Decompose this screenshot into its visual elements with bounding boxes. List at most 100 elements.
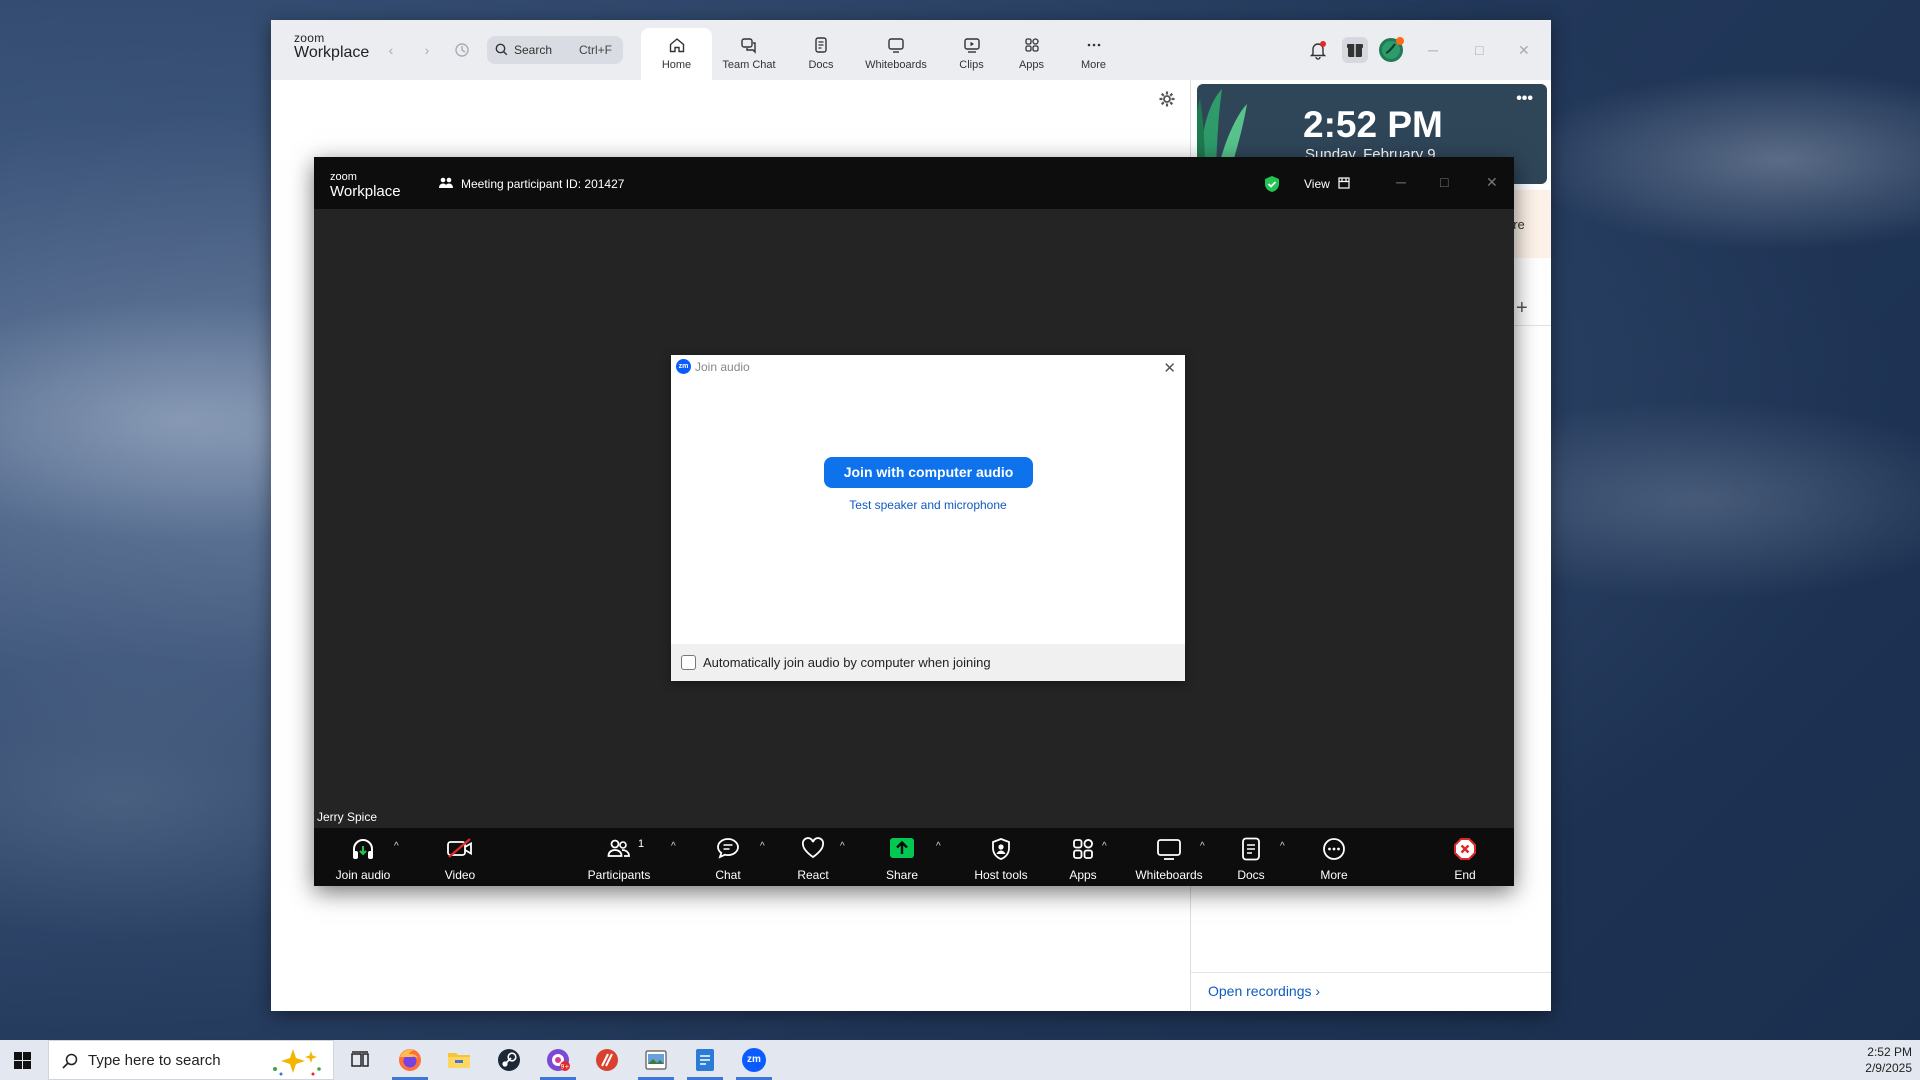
side-divider-line-bottom [1191, 972, 1551, 973]
remote-app-icon[interactable] [593, 1046, 621, 1074]
apps-button[interactable]: Apps [1058, 828, 1108, 886]
apps-grid-icon [1004, 36, 1059, 54]
add-plus-icon[interactable]: + [1516, 297, 1528, 320]
taskbar-clock[interactable]: 2:52 PM 2/9/2025 [1865, 1044, 1912, 1076]
auto-join-audio-checkbox[interactable] [681, 655, 696, 670]
auto-join-audio-label[interactable]: Automatically join audio by computer whe… [703, 655, 991, 670]
react-button[interactable]: React [788, 828, 838, 886]
more-button[interactable]: More [1309, 828, 1359, 886]
join-audio-dialog: zm Join audio ✕ Join with computer audio… [671, 355, 1185, 681]
join-audio-button[interactable]: Join audio [326, 828, 400, 886]
tab-more[interactable]: More [1066, 28, 1121, 80]
notification-bell-icon[interactable] [1308, 40, 1328, 60]
docs-caret-icon[interactable]: ^ [1280, 841, 1285, 852]
file-explorer-icon[interactable] [445, 1046, 473, 1074]
windows-start-icon[interactable] [14, 1052, 31, 1069]
whiteboards-button[interactable]: Whiteboards [1127, 828, 1211, 886]
zoom-logo-icon: zm [676, 359, 691, 374]
search-highlight-sparkle-icon [273, 1049, 321, 1076]
svg-text:9+: 9+ [561, 1064, 570, 1071]
meeting-title-bar: zoom Workplace Meeting participant ID: 2… [314, 157, 1514, 209]
gift-box-icon[interactable] [1342, 37, 1368, 63]
maximize-icon[interactable]: □ [1475, 42, 1483, 58]
participants-toolbar-icon [607, 837, 631, 859]
test-speaker-microphone-link[interactable]: Test speaker and microphone [671, 498, 1185, 512]
apps-caret-icon[interactable]: ^ [1102, 841, 1107, 852]
video-off-icon [446, 837, 474, 859]
tab-apps[interactable]: Apps [1004, 28, 1059, 80]
audio-options-caret-icon[interactable]: ^ [394, 841, 399, 852]
document-app-icon[interactable] [691, 1046, 719, 1074]
open-recordings-link[interactable]: Open recordings › [1208, 983, 1320, 999]
search-shortcut: Ctrl+F [579, 43, 612, 57]
end-button[interactable]: End [1440, 828, 1490, 886]
react-caret-icon[interactable]: ^ [840, 841, 845, 852]
settings-gear-icon[interactable] [1158, 90, 1176, 108]
participant-count: 1 [638, 838, 645, 850]
dialog-title: Join audio [695, 360, 750, 374]
participants-button[interactable]: Participants [579, 828, 659, 886]
host-shield-icon [990, 837, 1012, 861]
security-shield-icon[interactable] [1264, 175, 1280, 193]
meeting-toolbar: Join audio ^ Video Participants 1 ^ Chat… [314, 828, 1514, 886]
tab-docs[interactable]: Docs [793, 28, 849, 80]
participants-icon [438, 175, 454, 191]
close-icon[interactable]: ✕ [1518, 42, 1530, 59]
docs-button[interactable]: Docs [1226, 828, 1276, 886]
participants-caret-icon[interactable]: ^ [671, 841, 676, 852]
history-icon[interactable] [454, 42, 470, 58]
dialog-close-icon[interactable]: ✕ [1163, 359, 1176, 377]
document-icon [793, 36, 849, 54]
video-button[interactable]: Video [430, 828, 490, 886]
taskbar-search-input[interactable]: Type here to search [48, 1040, 334, 1080]
meeting-participant-id: Meeting participant ID: 201427 [461, 177, 625, 191]
share-caret-icon[interactable]: ^ [936, 841, 941, 852]
chat-app-icon[interactable]: 9+ [544, 1046, 572, 1074]
search-input[interactable]: Search Ctrl+F [487, 36, 623, 64]
heart-icon [801, 837, 825, 859]
image-viewer-icon[interactable] [642, 1046, 670, 1074]
participant-name-label: Jerry Spice [317, 810, 378, 824]
taskbar-search-icon [62, 1053, 78, 1069]
meeting-minimize-icon[interactable]: ─ [1396, 174, 1406, 190]
steam-icon[interactable] [495, 1046, 523, 1074]
search-placeholder: Search [514, 43, 553, 57]
end-meeting-icon [1453, 837, 1477, 861]
card-more-icon[interactable]: ••• [1516, 90, 1533, 108]
task-view-icon[interactable] [346, 1046, 374, 1074]
taskbar-search-placeholder: Type here to search [88, 1052, 221, 1069]
tab-whiteboards[interactable]: Whiteboards [856, 28, 936, 80]
share-button[interactable]: Share [877, 828, 927, 886]
whiteboards-caret-icon[interactable]: ^ [1200, 841, 1205, 852]
zoom-taskbar-label: zm [747, 1054, 761, 1065]
meeting-close-icon[interactable]: ✕ [1486, 174, 1498, 191]
whiteboard-toolbar-icon [1156, 837, 1182, 861]
workplace-logo: zoom Workplace [294, 31, 370, 61]
workplace-top-bar: zoom Workplace ‹ › Search Ctrl+F Home Te… [271, 20, 1551, 80]
clips-play-icon [944, 36, 999, 54]
view-grid-icon [1338, 177, 1350, 189]
meeting-maximize-icon[interactable]: □ [1440, 174, 1448, 190]
apps-icon [1071, 837, 1095, 861]
zoom-taskbar-icon[interactable]: zm [740, 1046, 768, 1074]
headphones-icon [350, 837, 376, 861]
tab-clips[interactable]: Clips [944, 28, 999, 80]
tab-team-chat[interactable]: Team Chat [714, 28, 784, 80]
clock-time-text: 2:52 PM [1867, 1045, 1912, 1059]
tab-home[interactable]: Home [641, 28, 712, 80]
chat-button[interactable]: Chat [703, 828, 753, 886]
more-dots-icon [1066, 36, 1121, 54]
join-with-computer-audio-button[interactable]: Join with computer audio [824, 457, 1033, 488]
search-icon [495, 43, 508, 56]
dialog-footer: Automatically join audio by computer whe… [671, 644, 1185, 681]
firefox-icon[interactable] [396, 1046, 424, 1074]
back-arrow-icon[interactable]: ‹ [383, 42, 399, 58]
chat-caret-icon[interactable]: ^ [760, 841, 765, 852]
host-tools-button[interactable]: Host tools [963, 828, 1039, 886]
minimize-icon[interactable]: ─ [1428, 42, 1438, 58]
chat-icon [716, 837, 740, 859]
view-button[interactable]: View [1304, 177, 1330, 191]
forward-arrow-icon[interactable]: › [419, 42, 435, 58]
share-screen-icon [889, 837, 915, 859]
avatar[interactable] [1377, 36, 1405, 64]
